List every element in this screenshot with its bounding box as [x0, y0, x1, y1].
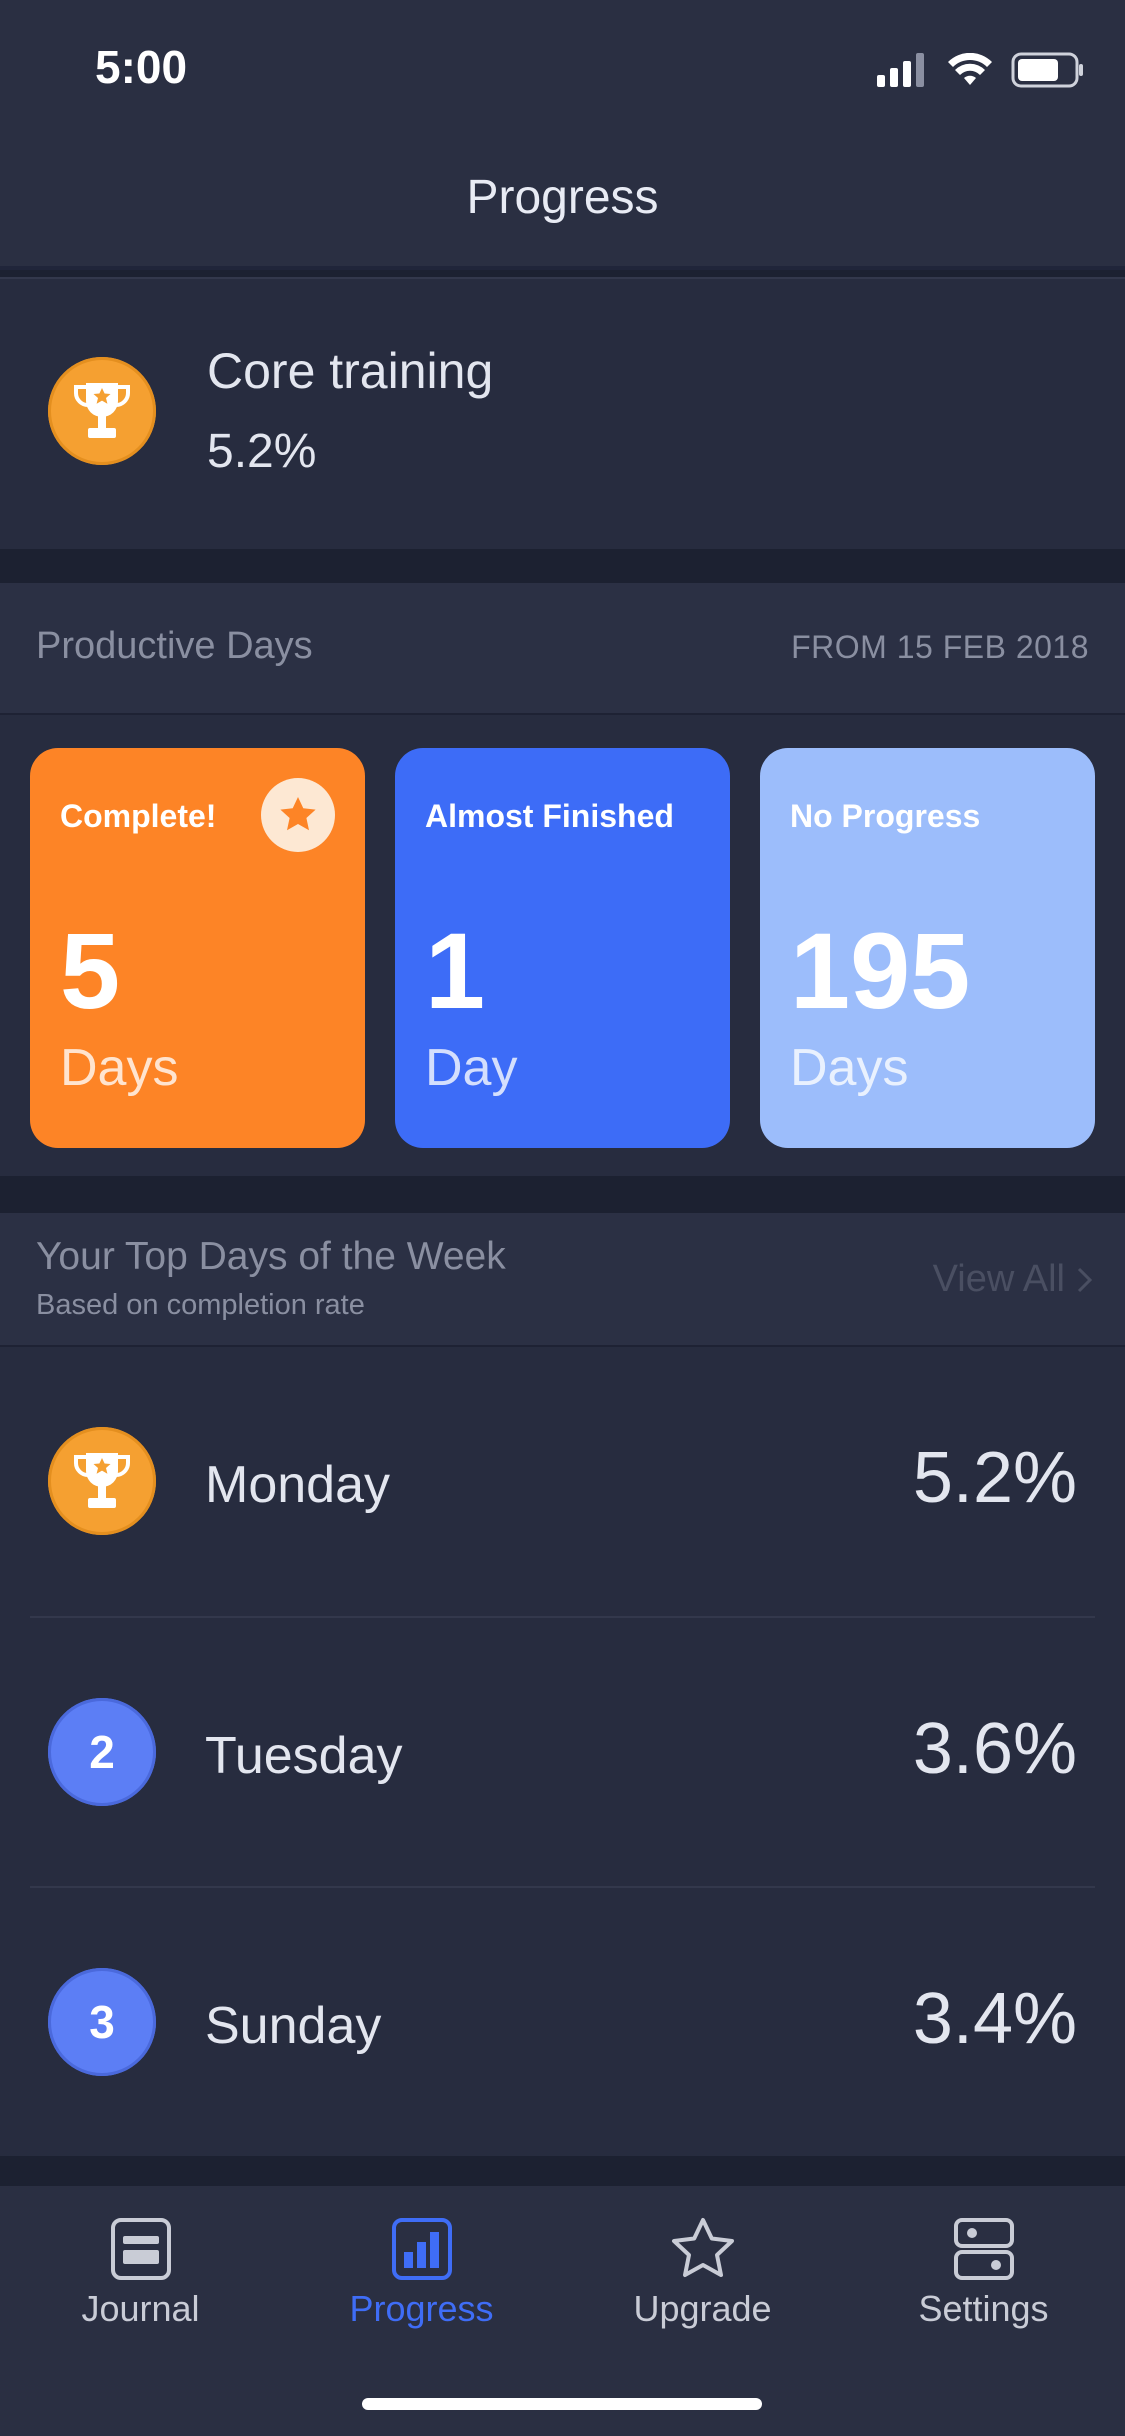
tile-label: Almost Finished	[425, 798, 674, 834]
tab-label: Upgrade	[633, 2288, 772, 2329]
tile-unit: Days	[60, 1039, 179, 1097]
tab-upgrade[interactable]: Upgrade	[562, 2216, 843, 2330]
tile-value: 5	[60, 910, 121, 1031]
chevron-right-icon	[1077, 1267, 1093, 1292]
day-percent: 5.2%	[912, 1438, 1077, 1518]
tab-progress[interactable]: Progress	[281, 2216, 562, 2330]
tile-unit: Day	[425, 1039, 518, 1097]
tile-value: 1	[425, 910, 486, 1031]
trophy-icon	[48, 357, 156, 465]
section-title: Productive Days	[36, 625, 313, 667]
almost-finished-tile[interactable]: Almost Finished 1 Day	[395, 748, 730, 1148]
bar-chart-icon	[391, 2218, 452, 2280]
date-range: FROM 15 FEB 2018	[791, 629, 1089, 665]
productive-days-header: Productive Days FROM 15 FEB 2018	[0, 583, 1125, 715]
tab-label: Journal	[81, 2288, 200, 2329]
no-progress-tile[interactable]: No Progress 195 Days	[760, 748, 1095, 1148]
home-indicator[interactable]	[362, 2398, 762, 2410]
cellular-signal-icon	[877, 53, 924, 87]
tab-label: Progress	[349, 2288, 494, 2329]
rank-badge: 3	[48, 1968, 156, 2076]
day-name: Monday	[205, 1456, 390, 1514]
top-days-section: Your Top Days of the Week Based on compl…	[0, 1213, 1125, 2156]
section-title: Your Top Days of the Week	[36, 1235, 506, 1278]
productive-days-section: Productive Days FROM 15 FEB 2018 Complet…	[0, 583, 1125, 1176]
top-bar: 5:00 Progress	[0, 0, 1125, 270]
rank-badge: 2	[48, 1698, 156, 1806]
goal-name: Core training	[207, 343, 494, 399]
tile-value: 195	[790, 910, 971, 1031]
tab-label: Settings	[918, 2288, 1049, 2329]
tile-label: Complete!	[60, 798, 217, 834]
wifi-icon	[948, 53, 992, 85]
status-icons	[877, 50, 1085, 90]
header-divider	[0, 266, 1125, 270]
tab-journal[interactable]: Journal	[0, 2216, 281, 2330]
settings-icon	[953, 2218, 1014, 2280]
star-icon	[671, 2218, 734, 2277]
page-title: Progress	[466, 171, 659, 224]
goal-percent: 5.2%	[207, 425, 317, 478]
trophy-icon	[48, 1427, 156, 1535]
battery-icon	[1011, 52, 1083, 88]
goal-card[interactable]: Core training 5.2%	[0, 277, 1125, 549]
day-name: Sunday	[205, 1997, 382, 2055]
list-item[interactable]: 2 Tuesday 3.6%	[0, 1618, 1125, 1888]
day-percent: 3.4%	[912, 1979, 1077, 2059]
status-time: 5:00	[95, 41, 188, 93]
day-name: Tuesday	[205, 1727, 403, 1785]
tab-settings[interactable]: Settings	[843, 2216, 1124, 2330]
tile-label: No Progress	[790, 798, 981, 834]
list-item[interactable]: 3 Sunday 3.4%	[0, 1888, 1125, 2158]
journal-icon	[110, 2218, 171, 2280]
tile-unit: Days	[790, 1039, 909, 1097]
star-badge-icon	[261, 778, 335, 852]
view-all-link[interactable]: View All	[933, 1258, 1095, 1301]
day-percent: 3.6%	[912, 1709, 1077, 1789]
list-item[interactable]: Monday 5.2%	[0, 1347, 1125, 1617]
view-all-label: View All	[932, 1258, 1065, 1300]
complete-days-tile[interactable]: Complete! 5 Days	[30, 748, 365, 1148]
top-days-header: Your Top Days of the Week Based on compl…	[0, 1213, 1125, 1347]
section-subtitle: Based on completion rate	[36, 1289, 365, 1321]
